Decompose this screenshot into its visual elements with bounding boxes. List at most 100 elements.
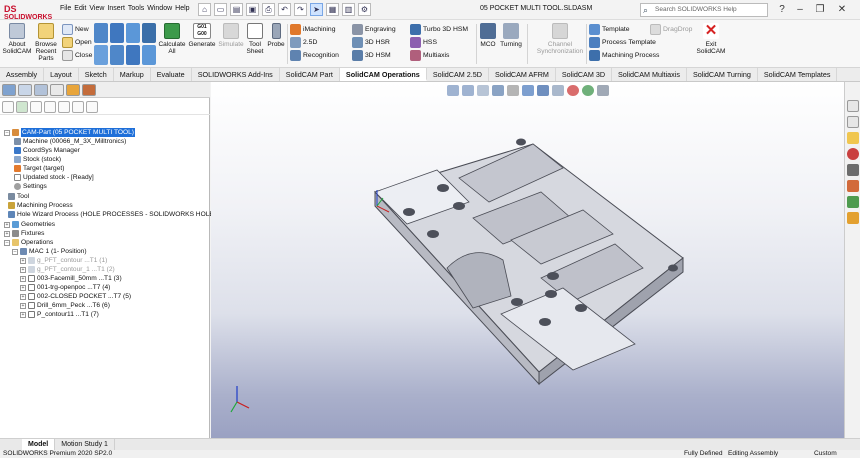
about-solidcam-button[interactable]: About SolidCAM (2, 23, 32, 55)
operation-checkbox-icon[interactable] (28, 311, 35, 318)
close-button[interactable]: Close (62, 49, 92, 62)
tree-node-geometries[interactable]: + Geometries (4, 220, 55, 229)
collapse-icon[interactable]: – (4, 239, 10, 246)
view-palette-icon[interactable] (847, 164, 859, 176)
menu-help[interactable]: Help (175, 5, 189, 16)
expand-icon[interactable]: + (20, 284, 26, 291)
tool-sheet-button[interactable]: Tool Sheet (245, 23, 265, 55)
menu-file[interactable]: File (60, 5, 71, 16)
redo-icon[interactable]: ↷ (294, 3, 307, 16)
tree-node-cam-part[interactable]: – CAM-Part (05 POCKET MULTI TOOL) (4, 128, 135, 137)
undo-icon[interactable]: ↶ (278, 3, 291, 16)
custom-properties-icon[interactable] (847, 196, 859, 208)
tree-node-coordsys[interactable]: CoordSys Manager (14, 146, 80, 155)
save-icon[interactable]: ▣ (246, 3, 259, 16)
expand-icon[interactable]: + (20, 311, 26, 318)
menu-tools[interactable]: Tools (128, 5, 144, 16)
forum-icon[interactable] (847, 212, 859, 224)
expand-icon[interactable]: + (20, 302, 26, 309)
calculate-icon[interactable] (30, 101, 42, 113)
open-button[interactable]: Open (62, 36, 92, 49)
tree-node-machining-process[interactable]: Machining Process (8, 201, 73, 210)
fixture-icon[interactable] (142, 23, 156, 43)
solidcam-manager-icon[interactable] (82, 84, 96, 96)
design-library-icon[interactable] (847, 116, 859, 128)
dimxpert-icon[interactable] (50, 84, 64, 96)
appearances-icon[interactable] (847, 148, 859, 160)
3d-hsm-button[interactable]: 3D HSM (352, 49, 414, 62)
options-gear-icon[interactable]: ⚙ (358, 3, 371, 16)
2-5d-button[interactable]: 2.5D (290, 36, 350, 49)
tree-node-mac1[interactable]: – MAC 1 (1- Position) (12, 247, 87, 256)
menu-insert[interactable]: Insert (107, 5, 125, 16)
solidworks-resources-icon[interactable] (847, 100, 859, 112)
cam-part-icon[interactable] (94, 23, 108, 43)
tab-motion-study[interactable]: Motion Study 1 (55, 438, 115, 451)
tab-solidcam-afrm[interactable]: SolidCAM AFRM (489, 68, 556, 81)
tree-node-target[interactable]: Target (target) (14, 164, 64, 173)
tab-layout[interactable]: Layout (44, 68, 79, 81)
expand-icon[interactable]: + (20, 275, 26, 282)
menu-window[interactable]: Window (147, 5, 172, 16)
tree-node-stock[interactable]: Stock (stock) (14, 155, 61, 164)
home-icon[interactable]: ⌂ (198, 3, 211, 16)
tree-node-operation[interactable]: +003-Facemill_50mm ...T1 (3) (20, 274, 122, 283)
exit-solidcam-button[interactable]: ✕ Exit SolidCAM (694, 23, 728, 55)
tree-node-hole-wizard[interactable]: Hole Wizard Process (HOLE PROCESSES - SO… (8, 210, 224, 219)
file-explorer-icon[interactable] (847, 132, 859, 144)
expand-icon[interactable]: + (20, 293, 26, 300)
expand-icon[interactable]: + (20, 266, 26, 273)
file-properties-icon[interactable]: ▥ (342, 3, 355, 16)
tree-node-updated-stock[interactable]: Updated stock - [Ready] (14, 173, 94, 182)
hss-button[interactable]: HSS (410, 36, 476, 49)
rebuild-icon[interactable]: ▦ (326, 3, 339, 16)
operation-checkbox-icon[interactable] (28, 302, 35, 309)
probe-button[interactable]: Probe (266, 23, 286, 48)
pocket-multi-tool-part[interactable] (374, 138, 684, 386)
stock-icon[interactable] (110, 23, 124, 43)
turning-button[interactable]: Turning (497, 23, 525, 48)
wrench-icon[interactable] (86, 101, 98, 113)
generate-icon[interactable] (44, 101, 56, 113)
imachining-button[interactable]: iMachining (290, 23, 350, 36)
process-template-button[interactable]: Process Template (589, 36, 656, 49)
status-units[interactable]: Custom (814, 450, 837, 458)
multiaxis-button[interactable]: Multiaxis (410, 49, 476, 62)
display-manager-icon[interactable] (66, 84, 80, 96)
target-icon[interactable] (126, 23, 140, 43)
menu-view[interactable]: View (89, 5, 104, 16)
print-icon[interactable]: ⎙ (262, 3, 275, 16)
select-pointer-icon[interactable]: ➤ (310, 3, 323, 16)
mco-button[interactable]: MCO (478, 23, 498, 48)
refresh-icon[interactable] (16, 101, 28, 113)
close-window-button[interactable]: ✕ (832, 2, 852, 18)
tab-solidcam-part[interactable]: SolidCAM Part (280, 68, 340, 81)
coordsys-icon[interactable] (94, 45, 108, 65)
calculate-all-button[interactable]: Calculate All (158, 23, 186, 55)
browse-recent-parts-button[interactable]: Browse Recent Parts (33, 23, 59, 62)
tree-node-operation[interactable]: +001-trg-openpoc ...T7 (4) (20, 283, 110, 292)
search-input[interactable]: ⌕ Search SOLIDWORKS Help (640, 3, 768, 17)
tab-solidcam-3d[interactable]: SolidCAM 3D (556, 68, 613, 81)
checkbox-icon[interactable] (14, 174, 21, 181)
solidcam-icon[interactable] (847, 180, 859, 192)
tree-node-operation[interactable]: + Drill_6mm_Peck ...T6 (6) (20, 301, 110, 310)
part-model-view[interactable] (211, 82, 844, 438)
operation-checkbox-icon[interactable] (28, 275, 35, 282)
machine-icon[interactable] (110, 45, 124, 65)
graphics-viewport[interactable] (211, 82, 844, 438)
expand-icon[interactable]: + (4, 221, 10, 228)
collapse-icon[interactable]: – (4, 129, 10, 136)
tab-evaluate[interactable]: Evaluate (151, 68, 192, 81)
new-operation-icon[interactable] (2, 101, 14, 113)
tab-solidcam-2-5d[interactable]: SolidCAM 2.5D (427, 68, 489, 81)
tab-solidcam-templates[interactable]: SolidCAM Templates (758, 68, 838, 81)
tree-node-operation[interactable]: + P_contour11 ...T1 (7) (20, 310, 99, 319)
tab-sketch[interactable]: Sketch (79, 68, 114, 81)
menu-edit[interactable]: Edit (74, 5, 86, 16)
turbo-3d-hsm-button[interactable]: Turbo 3D HSM (410, 23, 476, 36)
minimize-button[interactable]: – (790, 2, 810, 18)
expand-icon[interactable]: + (4, 230, 10, 237)
operation-checkbox-icon[interactable] (28, 284, 35, 291)
geometry-icon[interactable] (142, 45, 156, 65)
